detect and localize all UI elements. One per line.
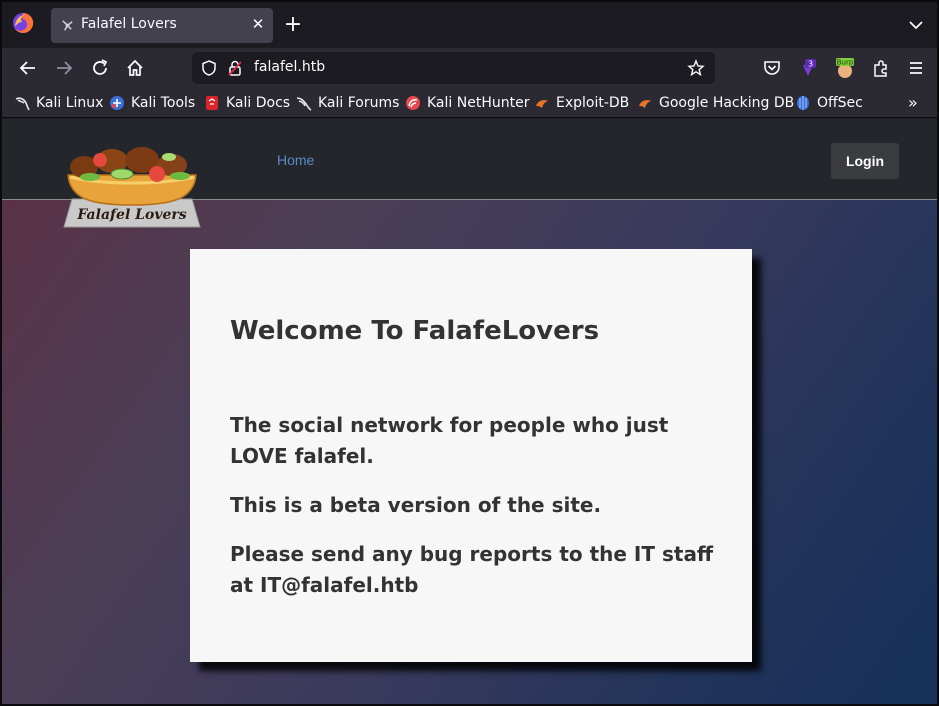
welcome-card: Welcome To FalafeLovers The social netwo… — [190, 249, 752, 662]
bookmark-label: Kali Tools — [131, 95, 196, 111]
falafel-lovers-logo[interactable]: Falafel Lovers — [62, 147, 202, 229]
home-icon[interactable] — [124, 57, 146, 79]
url-bar[interactable]: falafel.htb — [192, 52, 715, 84]
forward-icon[interactable] — [53, 57, 75, 79]
shield-icon[interactable] — [200, 59, 218, 77]
login-button[interactable]: Login — [831, 143, 899, 179]
kali-docs-icon — [206, 96, 218, 110]
tab-title: Falafel Lovers — [81, 16, 177, 32]
kali-tools-icon — [110, 96, 124, 110]
site-favicon-icon — [62, 20, 73, 31]
bookmark-kali-tools[interactable]: Kali Tools — [109, 94, 195, 112]
page-content: Home Login Falafel Lovers Welcome To Fal… — [2, 119, 937, 704]
bookmark-label: Kali NetHunter — [427, 95, 530, 111]
bug-report-notice: Please send any bug reports to the IT st… — [230, 542, 714, 597]
bookmark-kali-docs[interactable]: Kali Docs — [204, 94, 290, 112]
pocket-icon[interactable] — [761, 57, 783, 79]
tab-strip: Falafel Lovers ✕ + — [2, 2, 937, 48]
welcome-title: Welcome To FalafeLovers — [230, 316, 600, 346]
navigation-toolbar: falafel.htb 3 Burp — [2, 48, 937, 88]
hamburger-menu-icon[interactable] — [905, 57, 927, 79]
new-tab-icon[interactable]: + — [282, 14, 304, 36]
download-extension-icon[interactable]: 3 — [797, 57, 819, 79]
browser-window: Falafel Lovers ✕ + falafel.htb 3 Burp Ka… — [0, 0, 939, 706]
bookmark-label: Kali Forums — [318, 95, 400, 111]
bookmark-offsec[interactable]: OffSec — [795, 94, 863, 112]
url-text[interactable]: falafel.htb — [254, 59, 325, 75]
chevron-down-icon[interactable] — [907, 16, 925, 34]
bookmark-exploit-db[interactable]: Exploit-DB — [534, 94, 629, 112]
bookmark-star-icon[interactable] — [687, 59, 705, 77]
kali-forums-icon — [296, 97, 312, 111]
kali-dragon-icon — [15, 97, 30, 111]
bookmark-label: Exploit-DB — [556, 95, 630, 111]
firefox-menu-icon[interactable] — [12, 12, 34, 34]
bookmark-google-hacking-db[interactable]: Google Hacking DB — [637, 94, 794, 112]
tab-close-icon[interactable]: ✕ — [248, 14, 268, 34]
beta-notice: This is a beta version of the site. — [230, 493, 602, 517]
bookmark-kali-nethunter[interactable]: Kali NetHunter — [405, 94, 529, 112]
tab-falafel-lovers[interactable]: Falafel Lovers ✕ — [51, 8, 273, 43]
burp-face-icon: Burp — [836, 58, 854, 78]
nav-home-link[interactable]: Home — [277, 152, 314, 168]
ghdb-icon — [639, 100, 651, 108]
insecure-lock-icon[interactable] — [226, 59, 244, 77]
svg-text:Falafel Lovers: Falafel Lovers — [76, 207, 186, 223]
bookmark-label: OffSec — [817, 95, 863, 111]
reload-icon[interactable] — [89, 57, 111, 79]
kali-nethunter-icon — [406, 96, 420, 110]
bookmark-label: Kali Linux — [36, 95, 104, 111]
bookmarks-overflow-icon[interactable]: » — [908, 94, 926, 112]
back-icon[interactable] — [17, 57, 39, 79]
arrow-down-icon: 3 — [803, 59, 816, 76]
welcome-paragraph: The social network for people who just L… — [230, 413, 669, 468]
bookmarks-toolbar: Kali Linux Kali Tools Kali Docs Kali For… — [2, 88, 937, 118]
bookmark-kali-forums[interactable]: Kali Forums — [296, 94, 399, 112]
offsec-icon — [797, 96, 809, 110]
svg-text:Burp: Burp — [837, 59, 854, 67]
svg-text:3: 3 — [808, 60, 813, 69]
bookmark-label: Google Hacking DB — [659, 95, 795, 111]
bookmark-label: Kali Docs — [226, 95, 291, 111]
exploit-db-icon — [536, 100, 548, 108]
bookmark-kali-linux[interactable]: Kali Linux — [14, 94, 103, 112]
extensions-icon[interactable] — [870, 57, 892, 79]
burp-extension-icon[interactable]: Burp — [834, 57, 856, 79]
